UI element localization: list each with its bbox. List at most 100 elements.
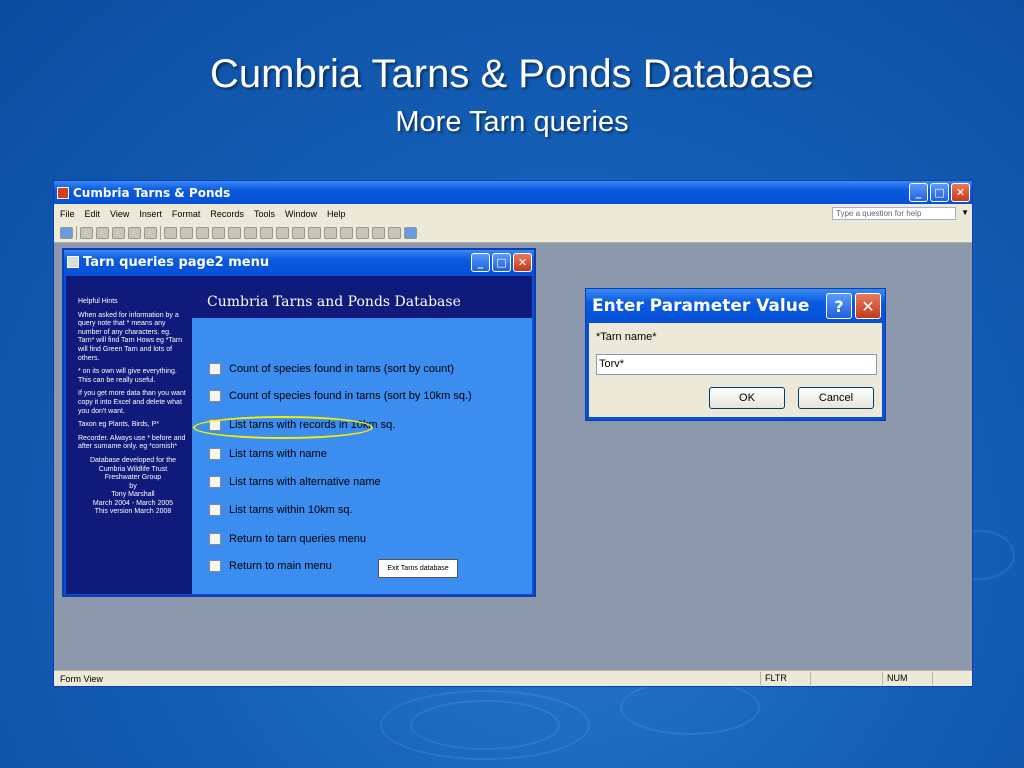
checkbox[interactable] <box>209 448 221 460</box>
credit-line: March 2004 - March 2005 <box>92 499 174 507</box>
ok-button[interactable]: OK <box>709 387 785 409</box>
paste-icon[interactable] <box>196 226 209 239</box>
hint-text: If you get more data than you want copy … <box>78 390 186 415</box>
checkbox[interactable] <box>209 560 221 572</box>
menu-item-count-by-10km[interactable]: Count of species found in tarns (sort by… <box>209 390 472 402</box>
menu-view[interactable]: View <box>110 209 129 219</box>
dialog-body: *Tarn name* Torv* OK Cancel <box>589 323 882 417</box>
tarn-queries-form: Tarn queries page2 menu _ □ ✕ Helpful Hi… <box>62 248 536 597</box>
help-icon[interactable]: ? <box>826 293 852 319</box>
help-search-input[interactable]: Type a question for help <box>832 207 956 220</box>
credit-line: by <box>129 482 137 490</box>
slide-subtitle: More Tarn queries <box>395 106 629 138</box>
form-close-button[interactable]: ✕ <box>513 252 532 272</box>
menu-item-return-tarn-queries[interactable]: Return to tarn queries menu <box>209 533 366 545</box>
menu-insert[interactable]: Insert <box>139 209 162 219</box>
minimize-button[interactable]: _ <box>909 183 928 202</box>
new-record-icon[interactable] <box>340 226 353 239</box>
menu-records[interactable]: Records <box>210 209 244 219</box>
ripple-decoration <box>410 700 560 750</box>
hint-text: Recorder. Always use * before and after … <box>78 434 186 451</box>
access-icon <box>57 186 69 199</box>
menu-item-count-by-count[interactable]: Count of species found in tarns (sort by… <box>209 363 454 375</box>
menu-item-within-10km[interactable]: List tarns within 10km sq. <box>209 504 353 516</box>
form-title: Tarn queries page2 menu <box>83 254 270 270</box>
helpful-hints-panel: Helpful Hints When asked for information… <box>66 276 192 594</box>
filter-icon[interactable] <box>276 226 289 239</box>
menu-file[interactable]: File <box>60 209 75 219</box>
sort-ascending-icon[interactable] <box>244 226 257 239</box>
menu-window[interactable]: Window <box>285 209 317 219</box>
toolbar <box>54 223 972 243</box>
form-titlebar: Tarn queries page2 menu _ □ ✕ <box>64 250 534 274</box>
menu-item-label: Count of species found in tarns (sort by… <box>229 390 472 402</box>
credit-line: Database developed for the <box>89 456 176 464</box>
copy-icon[interactable] <box>180 226 193 239</box>
menu-edit[interactable]: Edit <box>85 209 101 219</box>
undo-icon[interactable] <box>212 226 225 239</box>
statusbar: Form View FLTR NUM <box>54 670 972 686</box>
menu-format[interactable]: Format <box>172 209 201 219</box>
checkbox[interactable] <box>209 476 221 488</box>
menu-item-label: List tarns within 10km sq. <box>229 504 353 516</box>
menu-help[interactable]: Help <box>327 209 346 219</box>
hint-text: * on its own will give everything. This … <box>78 368 177 384</box>
spelling-icon[interactable] <box>144 226 157 239</box>
parameter-dialog: Enter Parameter Value ? ✕ *Tarn name* To… <box>585 288 886 421</box>
maximize-button[interactable]: □ <box>930 183 949 202</box>
dialog-close-button[interactable]: ✕ <box>855 293 881 319</box>
menu-item-label: Count of species found in tarns (sort by… <box>229 363 455 375</box>
apply-filter-icon[interactable] <box>308 226 321 239</box>
sort-descending-icon[interactable] <box>260 226 273 239</box>
dialog-title: Enter Parameter Value <box>592 296 810 316</box>
cancel-button[interactable]: Cancel <box>798 387 874 409</box>
credit-line: This version March 2008 <box>94 508 172 516</box>
menu-item-label: Return to tarn queries menu <box>229 533 366 545</box>
help-icon[interactable] <box>404 226 417 239</box>
hint-heading: Helpful Hints <box>78 298 118 305</box>
print-preview-icon[interactable] <box>128 226 141 239</box>
parameter-input[interactable]: Torv* <box>596 354 877 375</box>
new-object-icon[interactable] <box>388 226 401 239</box>
search-icon[interactable] <box>96 226 109 239</box>
checkbox[interactable] <box>209 533 221 545</box>
hint-text: Taxon eg Plants, Birds, P* <box>78 421 159 429</box>
credits: Database developed for the Cumbria Wildl… <box>78 457 188 517</box>
toolbar-separator <box>160 225 161 240</box>
menu-item-alternative-name[interactable]: List tarns with alternative name <box>209 476 381 488</box>
form-minimize-button[interactable]: _ <box>471 252 490 272</box>
save-icon[interactable] <box>80 226 93 239</box>
exit-database-button[interactable]: Exit Tarns database <box>378 559 458 578</box>
database-window-icon[interactable] <box>372 226 385 239</box>
status-fltr: FLTR <box>760 672 810 685</box>
delete-record-icon[interactable] <box>356 226 369 239</box>
access-titlebar: Cumbria Tarns & Ponds _ □ ✕ <box>54 181 972 204</box>
parameter-prompt: *Tarn name* <box>596 331 657 343</box>
chevron-down-icon[interactable]: ▼ <box>961 208 969 217</box>
menu-item-label: List tarns with name <box>229 448 327 460</box>
menu-item-label: List tarns with alternative name <box>229 476 381 488</box>
ripple-decoration <box>620 680 760 735</box>
close-button[interactable]: ✕ <box>951 183 970 202</box>
dialog-titlebar: Enter Parameter Value ? ✕ <box>586 289 885 323</box>
filter-form-icon[interactable] <box>292 226 305 239</box>
menubar: File Edit View Insert Format Records Too… <box>54 204 972 223</box>
credit-line: Cumbria Wildlife Trust <box>98 465 168 473</box>
menu-item-list-with-name[interactable]: List tarns with name <box>209 448 327 460</box>
find-icon[interactable] <box>324 226 337 239</box>
print-icon[interactable] <box>112 226 125 239</box>
form-maximize-button[interactable]: □ <box>492 252 511 272</box>
hyperlink-icon[interactable] <box>228 226 241 239</box>
menu-item-return-main[interactable]: Return to main menu <box>209 560 332 572</box>
status-panel <box>810 672 882 685</box>
status-panel <box>932 672 972 685</box>
checkbox[interactable] <box>209 504 221 516</box>
credit-line: Freshwater Group <box>104 474 162 482</box>
checkbox[interactable] <box>209 390 221 402</box>
checkbox[interactable] <box>209 363 221 375</box>
menu-tools[interactable]: Tools <box>254 209 275 219</box>
highlight-ellipse <box>193 416 373 439</box>
view-icon[interactable] <box>60 226 73 239</box>
database-header: Cumbria Tarns and Ponds Database <box>192 276 532 318</box>
cut-icon[interactable] <box>164 226 177 239</box>
